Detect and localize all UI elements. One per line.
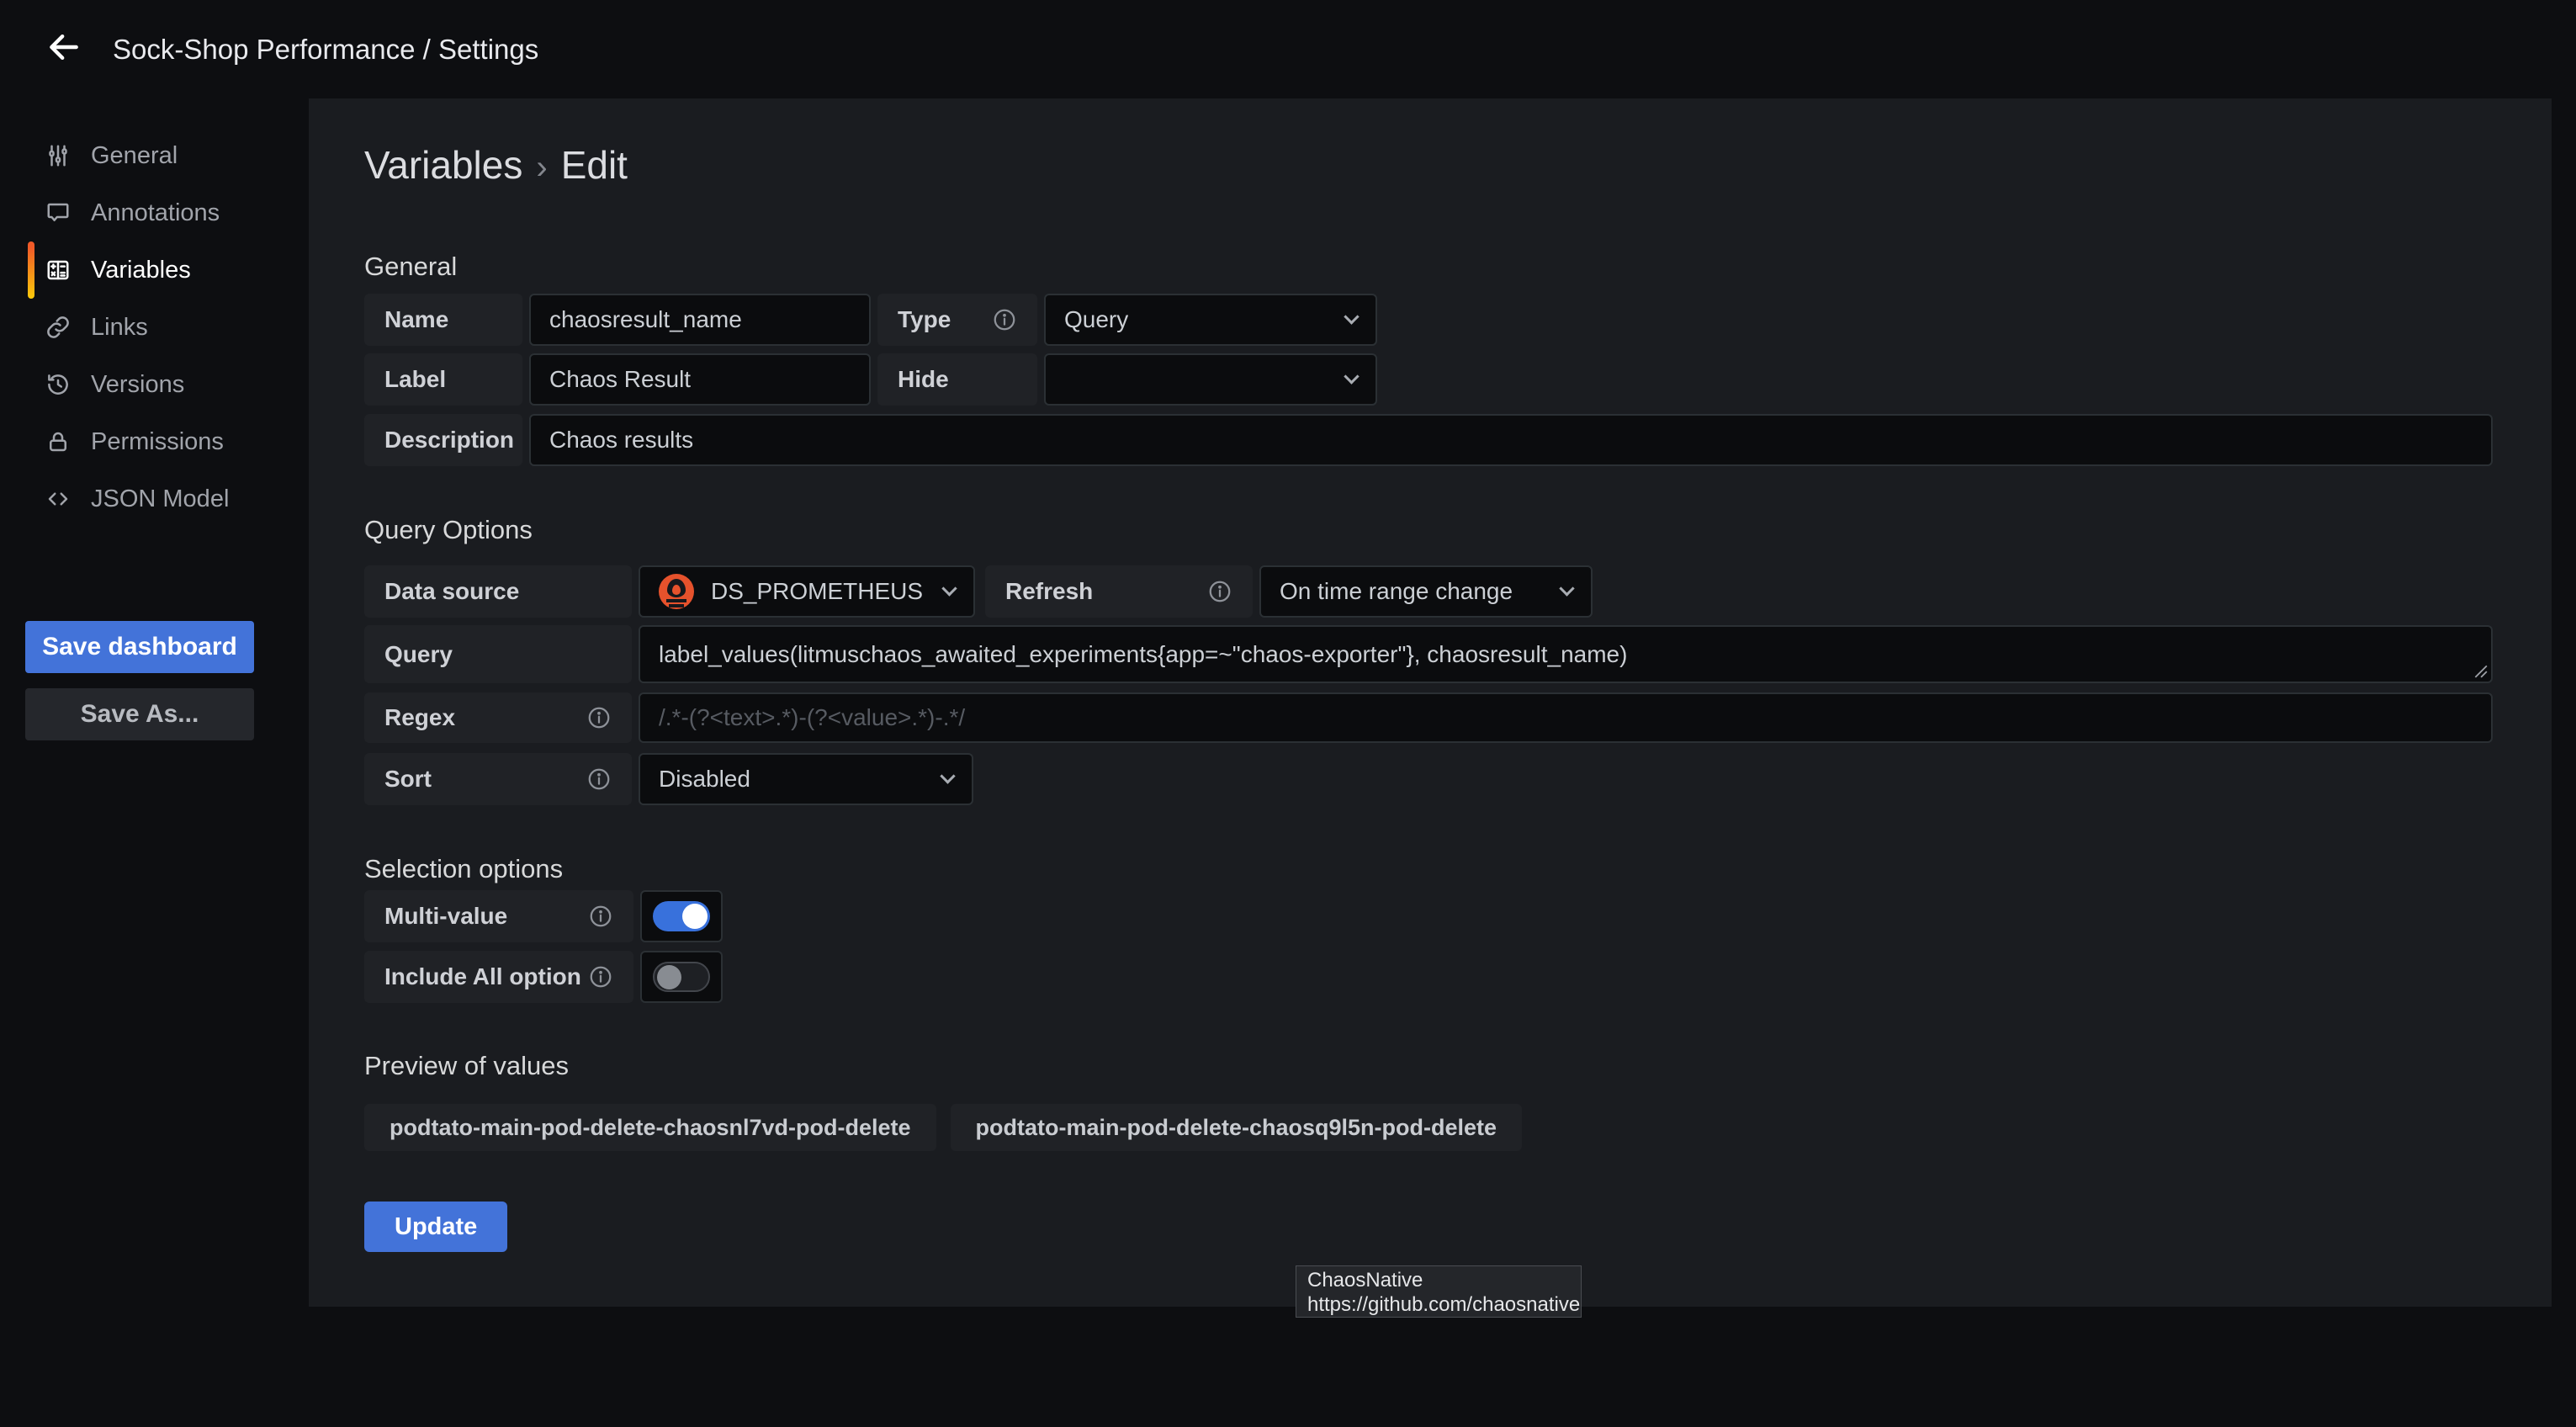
include-all-row: Include All option bbox=[364, 951, 723, 1003]
datasource-select[interactable]: DS_PROMETHEUS bbox=[639, 565, 975, 618]
sort-row: Sort Disabled bbox=[364, 753, 973, 805]
update-button[interactable]: Update bbox=[364, 1202, 507, 1252]
chevron-down-icon bbox=[1559, 581, 1574, 596]
name-field-wrap bbox=[529, 294, 871, 346]
tooltip-url: https://github.com/chaosnative bbox=[1307, 1292, 1570, 1317]
label-input[interactable] bbox=[549, 366, 851, 393]
type-label: Type bbox=[877, 294, 1037, 346]
sidebar-item-label: Versions bbox=[91, 371, 184, 399]
multi-value-row: Multi-value bbox=[364, 890, 723, 942]
name-type-row: Name Type Query bbox=[364, 294, 1377, 346]
sidebar-item-label: JSON Model bbox=[91, 485, 229, 513]
regex-label: Regex bbox=[364, 692, 632, 743]
sort-select[interactable]: Disabled bbox=[639, 753, 973, 805]
query-options-heading: Query Options bbox=[364, 515, 533, 545]
code-icon bbox=[44, 485, 72, 513]
comment-icon bbox=[44, 199, 72, 227]
sidebar-item-json-model[interactable]: JSON Model bbox=[0, 470, 309, 528]
refresh-label: Refresh bbox=[985, 565, 1253, 618]
include-all-label: Include All option bbox=[364, 951, 633, 1003]
label-field-wrap bbox=[529, 353, 871, 406]
selection-options-heading: Selection options bbox=[364, 854, 563, 884]
hide-label: Hide bbox=[877, 353, 1037, 406]
calculator-icon bbox=[44, 256, 72, 284]
info-icon[interactable] bbox=[1207, 579, 1232, 604]
regex-row: Regex bbox=[364, 692, 2493, 743]
label-label: Label bbox=[364, 353, 522, 406]
save-dashboard-button[interactable]: Save dashboard bbox=[25, 621, 254, 673]
sidebar-item-label: General bbox=[91, 142, 178, 170]
type-select[interactable]: Query bbox=[1044, 294, 1377, 346]
include-all-toggle[interactable] bbox=[653, 962, 710, 992]
link-preview-tooltip: ChaosNative https://github.com/chaosnati… bbox=[1296, 1265, 1582, 1318]
datasource-label: Data source bbox=[364, 565, 632, 618]
info-icon[interactable] bbox=[992, 307, 1017, 332]
sort-label: Sort bbox=[364, 753, 632, 805]
multi-value-label: Multi-value bbox=[364, 890, 633, 942]
query-textarea[interactable]: label_values(litmuschaos_awaited_experim… bbox=[639, 625, 2493, 683]
general-section-heading: General bbox=[364, 252, 457, 282]
preview-values: podtato-main-pod-delete-chaosnl7vd-pod-d… bbox=[364, 1104, 1522, 1151]
breadcrumb-page: Edit bbox=[561, 143, 628, 187]
label-hide-row: Label Hide bbox=[364, 353, 1377, 406]
breadcrumb: Variables › Edit bbox=[364, 142, 628, 188]
info-icon[interactable] bbox=[588, 964, 613, 989]
link-icon bbox=[44, 313, 72, 342]
chevron-down-icon bbox=[1344, 309, 1359, 324]
sidebar-item-versions[interactable]: Versions bbox=[0, 356, 309, 413]
variable-editor-panel: Variables › Edit General Name Type Query L… bbox=[309, 98, 2552, 1307]
include-all-toggle-wrap bbox=[640, 951, 723, 1003]
sidebar-item-annotations[interactable]: Annotations bbox=[0, 184, 309, 241]
query-row: Query label_values(litmuschaos_awaited_e… bbox=[364, 625, 2493, 683]
description-row: Description bbox=[364, 414, 2493, 466]
sidebar-item-label: Variables bbox=[91, 257, 191, 284]
info-icon[interactable] bbox=[588, 904, 613, 929]
active-tab-indicator bbox=[28, 241, 34, 299]
sidebar-item-variables[interactable]: Variables bbox=[0, 241, 309, 299]
multi-value-toggle[interactable] bbox=[653, 901, 710, 931]
sidebar-item-label: Permissions bbox=[91, 428, 224, 456]
tooltip-title: ChaosNative bbox=[1307, 1268, 1570, 1292]
description-field-wrap bbox=[529, 414, 2493, 466]
info-icon[interactable] bbox=[586, 705, 612, 730]
lock-icon bbox=[44, 427, 72, 456]
sliders-icon bbox=[44, 141, 72, 170]
sidebar-item-links[interactable]: Links bbox=[0, 299, 309, 356]
name-input[interactable] bbox=[549, 306, 851, 333]
datasource-refresh-row: Data source DS_PROMETHEUS Refresh On tim… bbox=[364, 565, 1593, 618]
query-label: Query bbox=[364, 625, 632, 683]
top-bar: Sock-Shop Performance / Settings bbox=[0, 0, 2576, 98]
chevron-down-icon bbox=[940, 768, 955, 783]
name-label: Name bbox=[364, 294, 522, 346]
regex-field-wrap bbox=[639, 692, 2493, 743]
description-input[interactable] bbox=[549, 427, 2473, 454]
multi-value-toggle-wrap bbox=[640, 890, 723, 942]
settings-sidebar: General Annotations Variables bbox=[0, 127, 309, 528]
hide-select[interactable] bbox=[1044, 353, 1377, 406]
regex-input[interactable] bbox=[659, 704, 2473, 731]
sidebar-item-general[interactable]: General bbox=[0, 127, 309, 184]
refresh-select[interactable]: On time range change bbox=[1259, 565, 1593, 618]
resize-handle-icon[interactable] bbox=[2473, 663, 2488, 678]
page-title: Sock-Shop Performance / Settings bbox=[113, 34, 538, 66]
chevron-down-icon bbox=[941, 581, 957, 596]
prometheus-icon bbox=[659, 574, 694, 609]
breadcrumb-separator: › bbox=[536, 149, 547, 186]
back-button[interactable] bbox=[40, 26, 87, 73]
sidebar-item-label: Annotations bbox=[91, 199, 220, 227]
preview-value-chip: podtato-main-pod-delete-chaosnl7vd-pod-d… bbox=[364, 1104, 936, 1151]
arrow-left-icon bbox=[45, 29, 82, 70]
preview-heading: Preview of values bbox=[364, 1051, 569, 1081]
description-label: Description bbox=[364, 414, 522, 466]
history-icon bbox=[44, 370, 72, 399]
sidebar-item-permissions[interactable]: Permissions bbox=[0, 413, 309, 470]
chevron-down-icon bbox=[1344, 369, 1359, 384]
preview-value-chip: podtato-main-pod-delete-chaosq9l5n-pod-d… bbox=[951, 1104, 1523, 1151]
breadcrumb-section[interactable]: Variables bbox=[364, 143, 522, 187]
save-as-button[interactable]: Save As... bbox=[25, 688, 254, 740]
sidebar-item-label: Links bbox=[91, 314, 148, 342]
info-icon[interactable] bbox=[586, 767, 612, 792]
